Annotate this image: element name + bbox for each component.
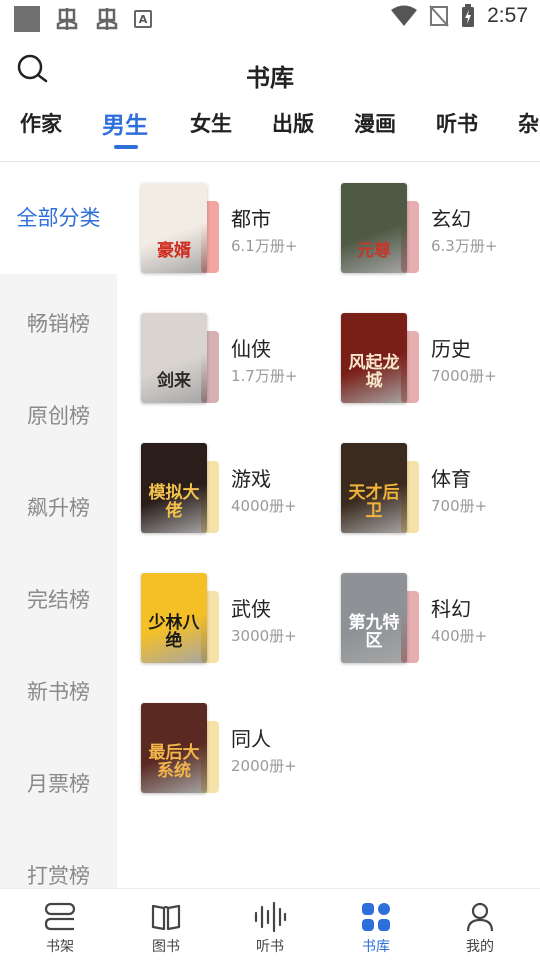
book-cover: 风起龙城 [341, 313, 419, 405]
category-count: 6.3万册+ [431, 237, 498, 255]
page-title: 书库 [246, 63, 294, 92]
sidebar-item-rising[interactable]: 飙升榜 [0, 492, 117, 522]
cover-art: 风起龙城 [341, 313, 407, 403]
category-card[interactable]: 元尊 玄幻 6.3万册+ [341, 183, 531, 275]
sidebar-item-completed[interactable]: 完结榜 [0, 584, 117, 614]
no-signal-icon [429, 5, 449, 27]
nav-bookshelf[interactable]: 书架 [6, 889, 114, 960]
cover-art: 最后大系统 [141, 703, 207, 793]
sidebar-item-new-books[interactable]: 新书榜 [0, 676, 117, 706]
sidebar-item-all-categories[interactable]: 全部分类 [0, 162, 117, 274]
cover-art: 少林八绝 [141, 573, 207, 663]
category-name: 仙侠 [231, 337, 271, 361]
category-name: 都市 [231, 207, 271, 231]
nav-library[interactable]: 书库 [322, 889, 430, 960]
tab-writers[interactable]: 作家 [20, 108, 62, 138]
bookshelf-icon [44, 902, 76, 931]
category-count: 2000册+ [231, 757, 297, 775]
book-cover: 最后大系统 [141, 703, 219, 795]
category-name: 武侠 [231, 597, 271, 621]
category-count: 6.1万册+ [231, 237, 298, 255]
category-card[interactable]: 风起龙城 历史 7000册+ [341, 313, 531, 405]
book-cover: 元尊 [341, 183, 419, 275]
category-count: 1.7万册+ [231, 367, 298, 385]
bug-notification-icon [56, 8, 78, 30]
category-name: 体育 [431, 467, 471, 491]
sidebar-item-bestseller[interactable]: 畅销榜 [0, 308, 117, 338]
sidebar-item-monthly-votes[interactable]: 月票榜 [0, 768, 117, 798]
book-cover: 第九特区 [341, 573, 419, 665]
book-cover: 天才后卫 [341, 443, 419, 535]
nav-books[interactable]: 图书 [112, 889, 220, 960]
book-cover: 少林八绝 [141, 573, 219, 665]
book-cover: 模拟大佬 [141, 443, 219, 535]
sidebar: 全部分类 畅销榜 原创榜 飙升榜 完结榜 新书榜 月票榜 打赏榜 [0, 162, 117, 888]
category-count: 4000册+ [231, 497, 297, 515]
tab-misc[interactable]: 杂 [518, 108, 539, 138]
nav-audiobooks[interactable]: 听书 [216, 889, 324, 960]
soundwave-icon [254, 901, 287, 933]
tab-female[interactable]: 女生 [190, 108, 232, 138]
category-name: 同人 [231, 727, 271, 751]
keyboard-notification-icon: A [134, 10, 152, 28]
bottom-navigation: 书架 图书 听书 书库 我的 [0, 888, 540, 960]
category-tabs: 作家 男生 女生 出版 漫画 听书 杂 [0, 108, 540, 154]
tab-publishing[interactable]: 出版 [272, 108, 314, 138]
nav-profile[interactable]: 我的 [426, 889, 534, 960]
category-name: 科幻 [431, 597, 471, 621]
category-card[interactable]: 第九特区 科幻 400册+ [341, 573, 531, 665]
category-card[interactable]: 剑来 仙侠 1.7万册+ [141, 313, 331, 405]
tab-male[interactable]: 男生 [102, 108, 148, 140]
category-count: 7000册+ [431, 367, 497, 385]
wifi-icon [391, 5, 418, 26]
notification-app-icon [14, 6, 40, 32]
category-name: 历史 [431, 337, 471, 361]
category-card[interactable]: 豪婿 都市 6.1万册+ [141, 183, 331, 275]
book-cover: 豪婿 [141, 183, 219, 275]
bug-notification-icon [96, 8, 118, 30]
category-card[interactable]: 天才后卫 体育 700册+ [341, 443, 531, 535]
category-card[interactable]: 模拟大佬 游戏 4000册+ [141, 443, 331, 535]
category-name: 游戏 [231, 467, 271, 491]
category-count: 400册+ [431, 627, 488, 645]
battery-charging-icon [462, 4, 475, 27]
cover-art: 元尊 [341, 183, 407, 273]
category-count: 3000册+ [231, 627, 297, 645]
sidebar-item-original[interactable]: 原创榜 [0, 400, 117, 430]
category-count: 700册+ [431, 497, 488, 515]
cover-art: 第九特区 [341, 573, 407, 663]
category-card[interactable]: 少林八绝 武侠 3000册+ [141, 573, 331, 665]
sidebar-item-tips[interactable]: 打赏榜 [0, 860, 117, 888]
cover-art: 剑来 [141, 313, 207, 403]
book-cover: 剑来 [141, 313, 219, 405]
status-bar: A 2:57 [0, 0, 540, 38]
tab-audiobooks[interactable]: 听书 [436, 108, 478, 138]
tab-comics[interactable]: 漫画 [354, 108, 396, 138]
category-name: 玄幻 [431, 207, 471, 231]
open-book-icon [151, 904, 181, 931]
cover-art: 模拟大佬 [141, 443, 207, 533]
category-card[interactable]: 最后大系统 同人 2000册+ [141, 703, 331, 795]
grid-library-icon [362, 903, 390, 931]
cover-art: 豪婿 [141, 183, 207, 273]
user-icon [466, 902, 494, 932]
active-tab-indicator [114, 145, 138, 149]
clock: 2:57 [487, 4, 528, 27]
cover-art: 天才后卫 [341, 443, 407, 533]
